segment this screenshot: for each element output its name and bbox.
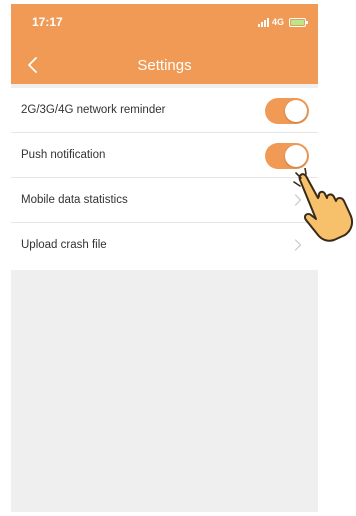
toggle-knob bbox=[285, 100, 307, 122]
setting-row-network-reminder: 2G/3G/4G network reminder bbox=[11, 88, 318, 133]
app-header: 17:17 4G Settings bbox=[11, 4, 318, 84]
network-reminder-toggle[interactable] bbox=[265, 98, 309, 124]
setting-label: Upload crash file bbox=[21, 239, 107, 251]
setting-row-push-notification: Push notification bbox=[11, 133, 318, 178]
battery-charging-icon bbox=[289, 17, 308, 27]
toggle-knob bbox=[285, 145, 307, 167]
setting-label: Mobile data statistics bbox=[21, 194, 128, 206]
phone-screen: 17:17 4G Settings 2G/3G/4G network remin… bbox=[11, 4, 318, 512]
nav-bar: Settings bbox=[11, 48, 318, 84]
status-bar: 17:17 4G bbox=[11, 4, 318, 40]
signal-bars-icon bbox=[257, 17, 269, 27]
network-type: 4G bbox=[271, 17, 284, 27]
setting-label: Push notification bbox=[21, 149, 106, 161]
push-notification-toggle[interactable] bbox=[265, 143, 309, 169]
setting-label: 2G/3G/4G network reminder bbox=[21, 104, 166, 116]
setting-row-upload-crash-file[interactable]: Upload crash file bbox=[11, 223, 318, 270]
settings-list: 2G/3G/4G network reminder Push notificat… bbox=[11, 88, 318, 270]
setting-row-mobile-data-statistics[interactable]: Mobile data statistics bbox=[11, 178, 318, 223]
status-time: 17:17 bbox=[32, 15, 63, 29]
status-indicators: 4G bbox=[257, 16, 308, 28]
page-title: Settings bbox=[137, 57, 192, 74]
pointing-hand-icon bbox=[293, 168, 354, 242]
